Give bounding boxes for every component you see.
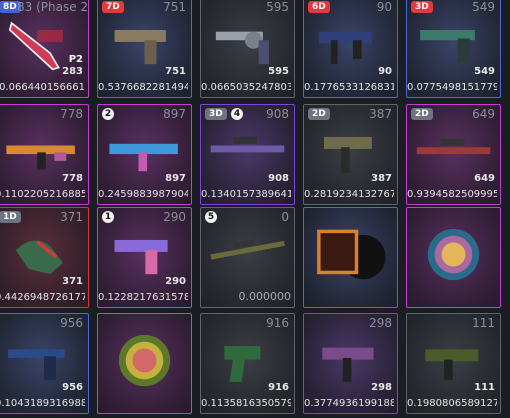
smg-tile[interactable]: 6D 90 90 0.1776533126831: [303, 0, 398, 98]
patch-1-icon: [415, 222, 492, 287]
days-badge: 6D: [308, 1, 330, 13]
float-value: 0.1043189316988: [0, 398, 85, 409]
top-value: 916: [266, 316, 289, 330]
days-badge: 7D: [102, 1, 124, 13]
top-value: 90: [376, 0, 392, 14]
music-kit-icon: [312, 222, 389, 287]
price-label: 908: [268, 173, 289, 184]
rifle-tile-2[interactable]: 2 897 897 0.2459883987904: [97, 104, 192, 205]
price-label: 897: [165, 173, 186, 184]
top-value: 897: [163, 107, 186, 121]
rifle-tile[interactable]: 778 778 0.1102205216885: [0, 104, 89, 205]
smg-tile-4[interactable]: 111 111 0.1980806589127: [406, 313, 501, 414]
top-value: 649: [472, 107, 495, 121]
deagle-tile[interactable]: 1 290 290 0.1228217631578: [97, 207, 192, 308]
top-value: 371: [60, 210, 83, 224]
slot-number: 4: [231, 108, 243, 120]
patch-tile-2[interactable]: [97, 313, 192, 414]
inventory-grid: 8D 83 (Phase 2) P2 283 0.066440156661 7D 751 75…: [0, 0, 510, 418]
float-value: 0.1102205216885: [0, 189, 85, 200]
days-badge: 3D: [411, 1, 433, 13]
pistol-tile[interactable]: 7D 751 751 0.5376682281494: [97, 0, 192, 98]
days-badge: 2D: [308, 108, 330, 120]
price-label: 283: [62, 66, 83, 77]
price-label: 778: [62, 173, 83, 184]
float-value: 0.1980806589127: [407, 398, 497, 409]
float-value: 0.9394582509995: [407, 189, 497, 200]
slot-number: 1: [102, 211, 114, 223]
pistol-tile-2[interactable]: 3D 549 549 0.0775498151779: [406, 0, 501, 98]
float-value: 0.2819234132767: [304, 189, 394, 200]
top-value: 549: [472, 0, 495, 14]
price-label: 549: [474, 66, 495, 77]
phase-tag: P2: [68, 54, 83, 65]
slot-number: 5: [205, 211, 217, 223]
float-value: 0.1135816350579: [201, 398, 291, 409]
price-label: 387: [371, 173, 392, 184]
days-badge: 1D: [0, 211, 21, 223]
sniper-tile-2[interactable]: 2D 649 649 0.9394582509995: [406, 104, 501, 205]
patch-tile[interactable]: [406, 207, 501, 308]
float-value: 0.1228217631578: [98, 292, 188, 303]
float-value: 0.5376682281494: [98, 82, 188, 93]
top-value: 298: [369, 316, 392, 330]
pistol-tile-4[interactable]: 916 916 0.1135816350579: [200, 313, 295, 414]
top-value: 0: [281, 210, 289, 224]
price-label: 290: [165, 276, 186, 287]
days-badge: 3D: [205, 108, 227, 120]
sniper-tile[interactable]: 3D 4 908 908 0.1340157389641: [200, 104, 295, 205]
days-badge: 2D: [411, 108, 433, 120]
float-value: 0.0775498151779: [407, 82, 497, 93]
price-label: 649: [474, 173, 495, 184]
music-kit-tile[interactable]: [303, 207, 398, 308]
patch-2-icon: [106, 328, 183, 393]
top-value: 778: [60, 107, 83, 121]
price-label: 595: [268, 66, 289, 77]
top-value: 751: [163, 0, 186, 14]
price-label: 298: [371, 382, 392, 393]
top-value: 387: [369, 107, 392, 121]
price-label: 916: [268, 382, 289, 393]
revolver-tile[interactable]: 595 595 0.0665035247803: [200, 0, 295, 98]
top-value: 111: [472, 316, 495, 330]
price-label: 371: [62, 276, 83, 287]
float-value: 0.066440156661: [0, 82, 85, 93]
top-value: 290: [163, 210, 186, 224]
float-value: 0.1340157389641: [201, 189, 291, 200]
smg-tile-3[interactable]: 298 298 0.3774936199188: [303, 313, 398, 414]
smg-tile-2[interactable]: 2D 387 387 0.2819234132767: [303, 104, 398, 205]
price-label: 956: [62, 382, 83, 393]
float-value: 0.1776533126831: [304, 82, 394, 93]
phase-label: 83 (Phase 2): [17, 0, 89, 14]
sniper-olive-icon: [209, 222, 286, 287]
float-value: 0.4426948726177: [0, 292, 85, 303]
float-value: 0.0665035247803: [201, 82, 291, 93]
float-value: 0.2459883987904: [98, 189, 188, 200]
float-value: 0.000000: [238, 290, 292, 303]
float-value: 0.3774936199188: [304, 398, 394, 409]
top-value: 908: [266, 107, 289, 121]
price-label: 111: [474, 382, 495, 393]
top-value: 595: [266, 0, 289, 14]
price-label: 751: [165, 66, 186, 77]
price-label: 90: [378, 66, 392, 77]
pistol-tile-3[interactable]: 956 956 0.1043189316988: [0, 313, 89, 414]
sniper-tile-3[interactable]: 5 0 0.000000: [200, 207, 295, 308]
gloves-tile[interactable]: 1D 371 371 0.4426948726177: [0, 207, 89, 308]
knife-tile[interactable]: 8D 83 (Phase 2) P2 283 0.066440156661: [0, 0, 89, 98]
slot-number: 2: [102, 108, 114, 120]
top-value: 956: [60, 316, 83, 330]
